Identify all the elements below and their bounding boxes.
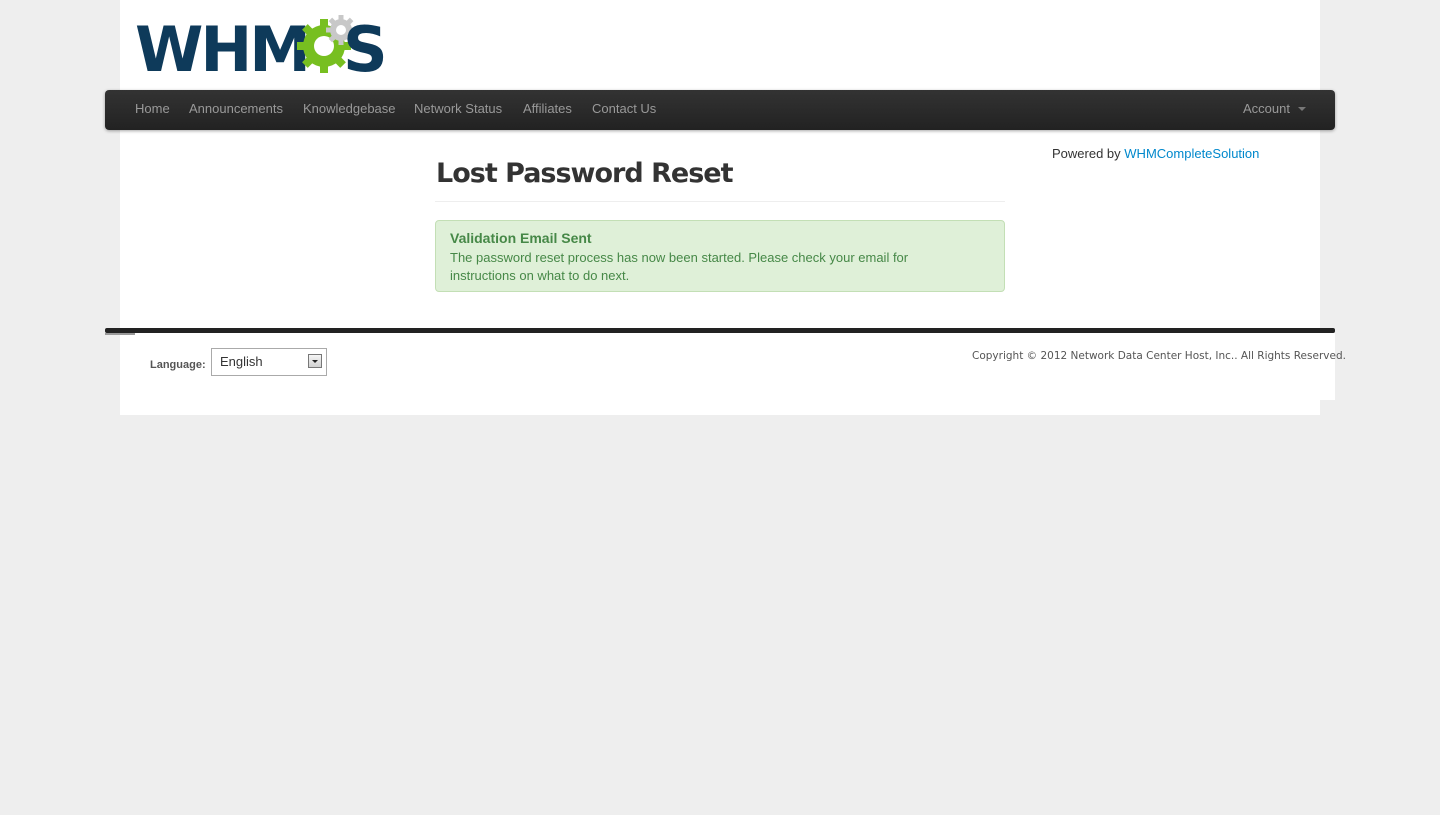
nav-knowledgebase[interactable]: Knowledgebase bbox=[303, 90, 396, 130]
language-label: Language: bbox=[150, 359, 206, 371]
caret-down-icon bbox=[1297, 106, 1306, 111]
powered-by-prefix: Powered by bbox=[1052, 146, 1121, 161]
nav-home[interactable]: Home bbox=[135, 90, 170, 130]
footer-divider-shadow bbox=[105, 333, 135, 335]
whmcs-logo[interactable]: WHM S bbox=[135, 13, 388, 86]
nav-network-status[interactable]: Network Status bbox=[414, 90, 502, 130]
alert-message: The password reset process has now been … bbox=[450, 250, 909, 283]
footer-edge bbox=[1320, 333, 1335, 400]
nav-affiliates[interactable]: Affiliates bbox=[523, 90, 572, 130]
footer-divider bbox=[105, 328, 1335, 333]
top-navbar: Home Announcements Knowledgebase Network… bbox=[105, 90, 1335, 130]
svg-text:S: S bbox=[343, 14, 385, 74]
language-selected-value: English bbox=[220, 354, 263, 369]
nav-contact-us[interactable]: Contact Us bbox=[592, 90, 656, 130]
success-alert: Validation Email Sent The password reset… bbox=[435, 220, 1005, 292]
copyright-text: Copyright © 2012 Network Data Center Hos… bbox=[972, 350, 1346, 362]
alert-title: Validation Email Sent bbox=[450, 230, 592, 246]
title-divider bbox=[435, 201, 1005, 202]
nav-announcements[interactable]: Announcements bbox=[189, 90, 283, 130]
powered-by-link[interactable]: WHMCompleteSolution bbox=[1124, 146, 1259, 161]
powered-by: Powered by WHMCompleteSolution bbox=[1052, 146, 1259, 161]
nav-account-dropdown[interactable]: Account bbox=[1243, 90, 1306, 130]
svg-text:WHM: WHM bbox=[135, 14, 308, 74]
nav-account-label: Account bbox=[1243, 101, 1290, 116]
dropdown-arrow-icon[interactable] bbox=[308, 354, 322, 368]
page-title: Lost Password Reset bbox=[436, 158, 733, 189]
language-select[interactable]: English bbox=[211, 348, 327, 376]
